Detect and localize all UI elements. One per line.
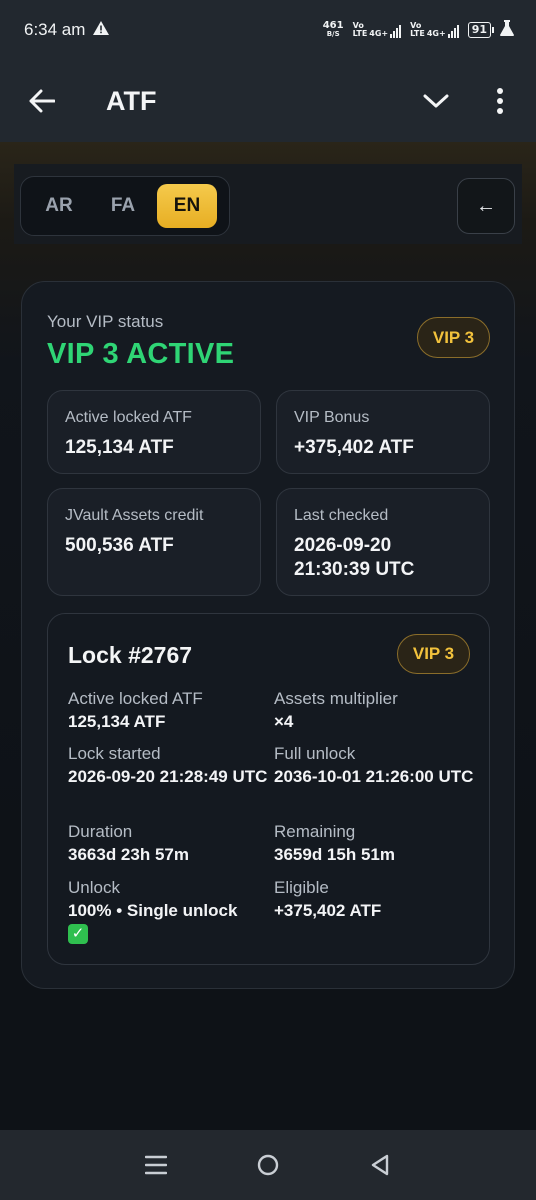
lock-field-unlock: Unlock 100% • Single unlock ✓	[68, 877, 268, 944]
field-label: Lock started	[68, 744, 161, 763]
field-label: Remaining	[274, 822, 356, 841]
overflow-menu-button[interactable]	[490, 85, 510, 117]
vip-status-value: VIP 3 ACTIVE	[47, 338, 235, 370]
battery-level: 91	[471, 23, 487, 36]
status-bar: 6:34 am 461 B/S Vo LTE 4G+ Vo LTE 4G+ 91	[0, 0, 536, 60]
field-value: 2036-10-01 21:26:00 UTC	[274, 767, 474, 786]
field-value: 125,134 ATF	[68, 712, 166, 731]
unlock-value-text: 100% • Single unlock	[68, 901, 238, 920]
lock-card: Lock #2767 VIP 3 Active locked ATF 125,1…	[47, 613, 490, 965]
stat-value: 2026-09-20 21:30:39 UTC	[294, 535, 415, 580]
nav-back-button[interactable]	[360, 1145, 400, 1185]
status-right: 461 B/S Vo LTE 4G+ Vo LTE 4G+ 91	[323, 20, 514, 40]
stat-label: Active locked ATF	[65, 409, 192, 426]
lock-field-multiplier: Assets multiplier ×4	[274, 688, 474, 733]
vip-badge: VIP 3	[417, 317, 490, 358]
circle-home-icon	[257, 1154, 279, 1176]
battery-icon: 91	[467, 22, 495, 38]
arrow-left-icon	[29, 89, 55, 113]
field-value: 3663d 23h 57m	[68, 845, 189, 864]
field-value: ×4	[274, 712, 294, 731]
field-label: Duration	[68, 822, 133, 841]
lang-ar-button[interactable]: AR	[29, 184, 89, 228]
content-area: AR FA EN ← Your VIP status VIP 3 ACTIVE …	[0, 142, 536, 1130]
field-value: +375,402 ATF	[274, 901, 382, 920]
language-switcher: AR FA EN	[20, 176, 230, 236]
more-vertical-icon	[497, 88, 503, 114]
vip-status-label: Your VIP status	[47, 312, 164, 331]
network-speed: 461 B/S	[323, 21, 344, 39]
page-title: ATF	[106, 85, 157, 116]
triangle-back-icon	[371, 1154, 389, 1176]
flask-icon	[500, 20, 514, 40]
net-speed-value: 461	[322, 20, 344, 31]
signal-bars-icon	[390, 24, 402, 38]
stat-jvault-credit: JVault Assets credit 500,536 ATF	[47, 488, 261, 596]
stat-label: JVault Assets credit	[65, 507, 204, 524]
sim2-lte: LTE	[410, 29, 425, 38]
lock-title: Lock #2767	[68, 642, 193, 668]
sim1-tech: 4G+	[369, 29, 389, 38]
lock-field-eligible: Eligible +375,402 ATF	[274, 877, 474, 922]
sim1-lte: LTE	[352, 29, 368, 38]
signal-bars-icon	[447, 24, 459, 38]
status-time: 6:34 am	[24, 20, 86, 39]
stat-label: VIP Bonus	[294, 409, 370, 426]
stat-value: +375,402 ATF	[294, 437, 414, 458]
stat-vip-bonus: VIP Bonus +375,402 ATF	[276, 390, 490, 474]
field-value: 100% • Single unlock ✓	[68, 900, 268, 944]
stat-active-locked: Active locked ATF 125,134 ATF	[47, 390, 261, 474]
app-bar: ATF	[0, 60, 536, 142]
sim2-signal: Vo LTE 4G+	[410, 22, 459, 38]
field-label: Eligible	[274, 878, 329, 897]
direction-button[interactable]: ←	[457, 178, 515, 234]
status-left: 6:34 am	[24, 20, 110, 40]
lock-field-full-unlock: Full unlock 2036-10-01 21:26:00 UTC	[274, 743, 474, 788]
stat-value: 125,134 ATF	[65, 437, 174, 458]
check-mark-icon: ✓	[68, 923, 88, 944]
nav-recents-button[interactable]	[136, 1145, 176, 1185]
field-value: 3659d 15h 51m	[274, 845, 395, 864]
dropdown-button[interactable]	[420, 85, 452, 117]
lock-field-remaining: Remaining 3659d 15h 51m	[274, 821, 474, 866]
nav-home-button[interactable]	[248, 1145, 288, 1185]
lock-field-started: Lock started 2026-09-20 21:28:49 UTC	[68, 743, 268, 788]
lock-field-active-locked: Active locked ATF 125,134 ATF	[68, 688, 268, 733]
field-value: 2026-09-20 21:28:49 UTC	[68, 767, 268, 786]
lock-field-duration: Duration 3663d 23h 57m	[68, 821, 268, 866]
field-label: Full unlock	[274, 744, 356, 763]
warning-icon	[93, 21, 110, 39]
field-label: Assets multiplier	[274, 689, 398, 708]
system-nav-bar	[0, 1130, 536, 1200]
stat-value: 500,536 ATF	[65, 535, 174, 556]
field-label: Active locked ATF	[68, 689, 203, 708]
lang-en-button[interactable]: EN	[157, 184, 217, 228]
stat-last-checked: Last checked 2026-09-20 21:30:39 UTC	[276, 488, 490, 596]
vip-status-card: Your VIP status VIP 3 ACTIVE VIP 3 Activ…	[21, 281, 515, 989]
stat-label: Last checked	[294, 507, 389, 524]
chevron-down-icon	[423, 94, 449, 108]
sim2-tech: 4G+	[426, 29, 446, 38]
lang-fa-button[interactable]: FA	[93, 184, 153, 228]
net-speed-unit: B/S	[326, 30, 340, 38]
back-button[interactable]	[26, 85, 58, 117]
sim1-signal: Vo LTE 4G+	[353, 22, 402, 38]
lock-vip-badge: VIP 3	[397, 634, 470, 674]
menu-lines-icon	[145, 1155, 167, 1175]
field-label: Unlock	[68, 878, 120, 897]
